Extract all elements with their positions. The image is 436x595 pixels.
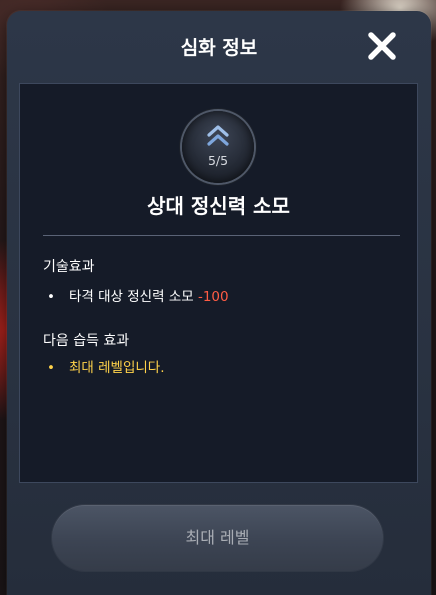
skill-icon-badge: 5/5	[182, 111, 254, 183]
close-button[interactable]	[363, 27, 401, 65]
max-level-note: 최대 레벨입니다.	[69, 360, 165, 376]
skill-info-panel: 5/5 상대 정신력 소모 기술효과 • 타격 대상 정신력 소모 -100 다음…	[19, 83, 418, 483]
skill-level: 5/5	[207, 153, 229, 168]
effect-item: • 타격 대상 정신력 소모 -100	[47, 285, 229, 305]
skill-detail-modal: 심화 정보 5/5 상대 정신력 소모 기술효과 • 타격 대상 정신력 소모 -…	[7, 11, 431, 595]
skill-name: 상대 정신력 소모	[147, 194, 290, 218]
next-level-item: • 최대 레벨입니다.	[47, 356, 165, 376]
max-level-button[interactable]: 최대 레벨	[52, 505, 383, 571]
effects-heading: 기술효과	[43, 259, 95, 275]
close-icon	[368, 32, 396, 60]
bullet: •	[47, 360, 55, 376]
next-level-heading: 다음 습득 효과	[43, 333, 130, 349]
divider	[43, 235, 400, 236]
bullet: •	[47, 289, 55, 305]
effect-value: -100	[197, 289, 229, 305]
effect-text: 타격 대상 정신력 소모	[69, 289, 198, 305]
double-chevron-up-icon	[207, 125, 229, 146]
